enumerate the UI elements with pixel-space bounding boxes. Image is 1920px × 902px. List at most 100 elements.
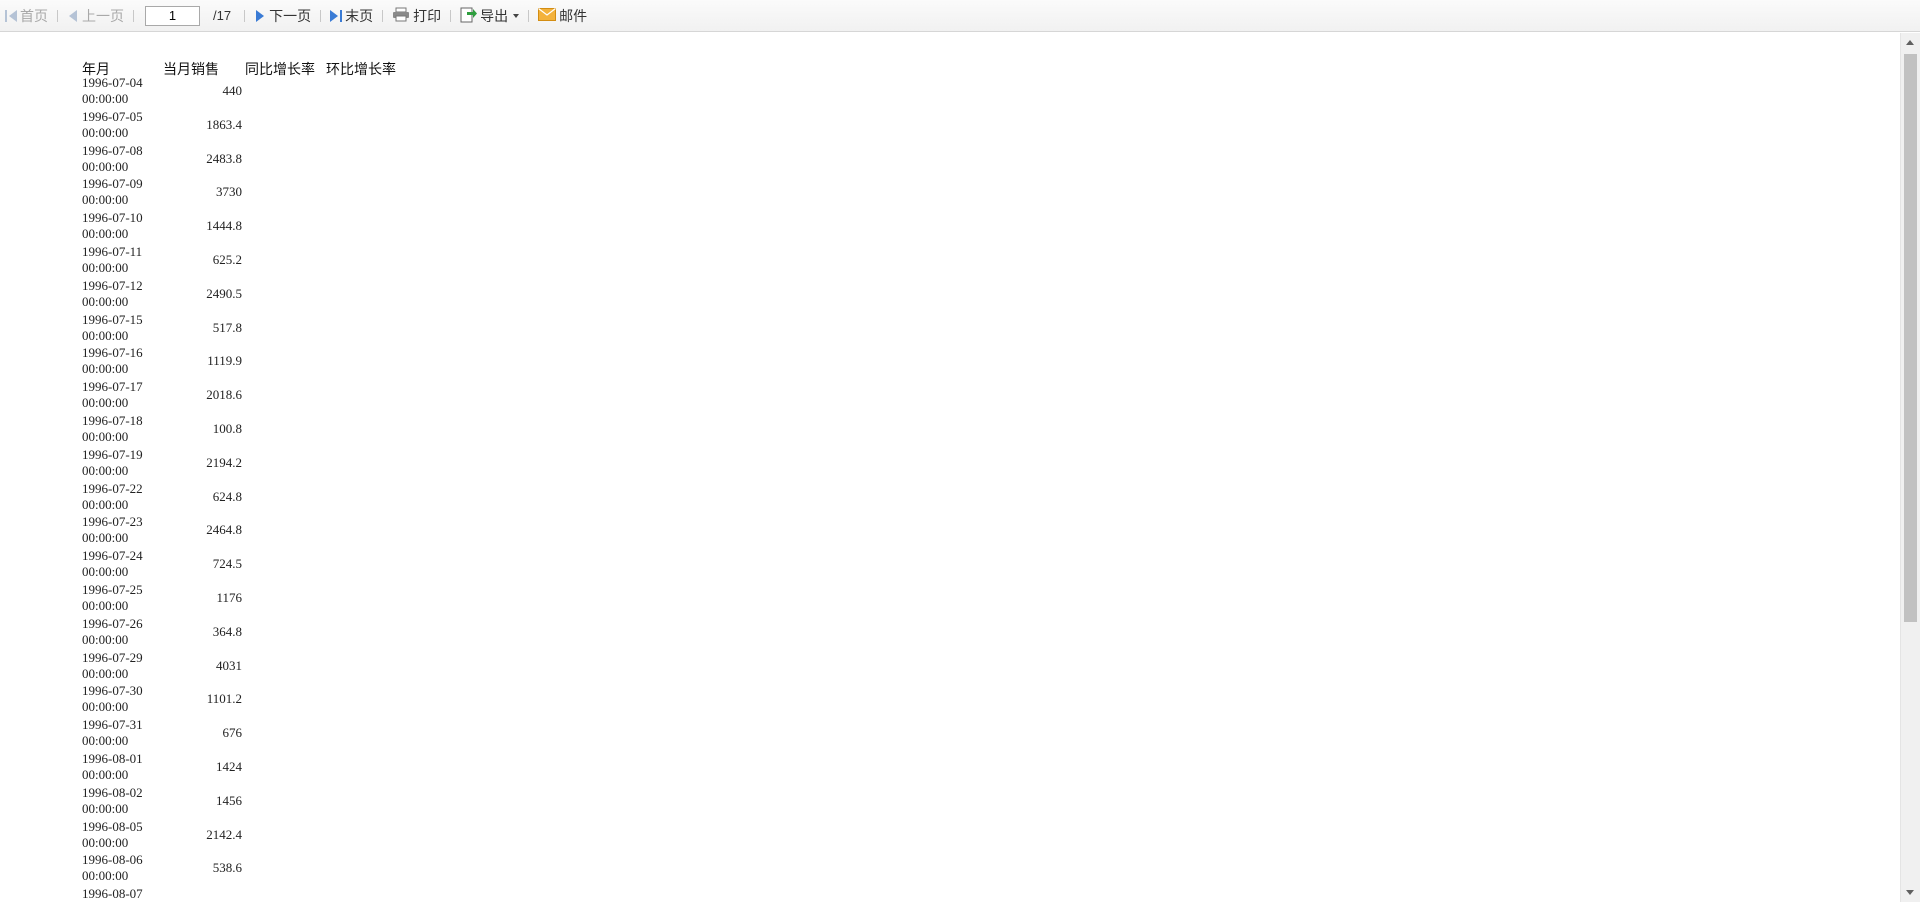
row-date: 1996-07-09 [82, 176, 143, 192]
export-label: 导出 [480, 7, 509, 24]
row-date: 1996-07-22 [82, 480, 143, 496]
row-date: 1996-08-05 [82, 818, 143, 834]
row-date: 1996-07-23 [82, 514, 143, 530]
row-time: 00:00:00 [82, 293, 129, 309]
table-row: 1996-07-10 00:00:00 1444.8 [82, 210, 482, 244]
row-date: 1996-07-15 [82, 311, 143, 327]
row-time: 00:00:00 [82, 462, 129, 478]
page-number-input[interactable] [145, 5, 200, 26]
row-date: 1996-07-26 [82, 615, 143, 631]
row-date: 1996-07-05 [82, 108, 143, 124]
row-date: 1996-07-10 [82, 210, 143, 226]
last-page-button[interactable]: 末页 [328, 4, 375, 28]
table-row: 1996-07-16 00:00:00 1119.9 [82, 345, 482, 379]
table-row: 1996-07-09 00:00:00 3730 [82, 176, 482, 210]
table-row: 1996-07-26 00:00:00 364.8 [82, 616, 482, 650]
scrollbar-thumb[interactable] [1904, 54, 1917, 622]
row-date-cell: 1996-07-16 00:00:00 [82, 345, 143, 377]
row-date-cell: 1996-07-12 00:00:00 [82, 278, 143, 310]
table-row: 1996-07-05 00:00:00 1863.4 [82, 109, 482, 143]
mail-button[interactable]: 邮件 [536, 4, 589, 28]
row-date-cell: 1996-07-11 00:00:00 [82, 244, 142, 276]
table-row: 1996-07-11 00:00:00 625.2 [82, 244, 482, 278]
row-date: 1996-07-24 [82, 548, 143, 564]
row-time: 00:00:00 [82, 564, 129, 580]
row-time: 00:00:00 [82, 192, 129, 208]
row-date-cell: 1996-07-17 00:00:00 [82, 379, 143, 411]
row-date: 1996-08-02 [82, 784, 143, 800]
printer-icon [392, 7, 410, 25]
next-page-label: 下一页 [269, 7, 312, 24]
row-sales-value: 4031 [216, 657, 242, 673]
row-date-cell: 1996-08-05 00:00:00 [82, 819, 143, 851]
next-page-button[interactable]: 下一页 [252, 4, 313, 28]
row-sales-value: 2490.5 [206, 285, 242, 301]
vertical-scrollbar[interactable] [1900, 33, 1920, 902]
row-time: 00:00:00 [82, 868, 129, 884]
row-sales-value: 364.8 [212, 623, 242, 639]
prev-page-button[interactable]: 上一页 [65, 4, 126, 28]
toolbar-separator [382, 9, 384, 22]
toolbar-separator [57, 9, 58, 22]
last-page-label: 末页 [345, 7, 374, 24]
table-row: 1996-07-22 00:00:00 624.8 [82, 481, 482, 515]
row-date-cell: 1996-07-05 00:00:00 [82, 109, 143, 141]
table-row: 1996-07-29 00:00:00 4031 [82, 650, 482, 684]
row-sales-value: 1176 [216, 590, 242, 605]
row-date: 1996-07-19 [82, 446, 143, 462]
row-date-cell: 1996-08-02 00:00:00 [82, 785, 143, 817]
row-time: 00:00:00 [82, 327, 129, 343]
row-date: 1996-07-12 [82, 277, 143, 293]
row-date-cell: 1996-07-15 00:00:00 [82, 312, 143, 344]
export-button[interactable]: 导出 [458, 4, 521, 28]
row-sales-value: 2018.6 [206, 387, 242, 403]
table-row: 1996-07-30 00:00:00 1101.2 [82, 683, 482, 717]
row-date: 1996-07-18 [82, 413, 143, 428]
row-date: 1996-08-07 [82, 886, 143, 902]
row-time: 00:00:00 [82, 598, 129, 613]
row-sales-value: 1444.8 [206, 218, 242, 234]
prev-page-label: 上一页 [82, 7, 124, 24]
row-date: 1996-07-11 [82, 244, 143, 259]
toolbar-separator [450, 9, 452, 22]
export-icon [460, 6, 478, 26]
table-row: 1996-07-17 00:00:00 2018.6 [82, 379, 482, 413]
chevron-down-icon [513, 13, 520, 18]
print-button[interactable]: 打印 [390, 4, 443, 28]
first-page-button[interactable]: 首页 [3, 4, 50, 28]
row-date: 1996-07-08 [82, 142, 143, 158]
row-date: 1996-07-04 [82, 75, 143, 90]
table-row: 1996-08-05 00:00:00 2142.4 [82, 819, 482, 853]
table-row: 1996-07-15 00:00:00 517.8 [82, 312, 482, 346]
row-date-cell: 1996-07-10 00:00:00 [82, 210, 143, 242]
row-time: 00:00:00 [82, 665, 129, 681]
row-time: 00:00:00 [82, 91, 129, 106]
table-row: 1996-07-04 00:00:00 440 [82, 75, 482, 109]
table-row: 1996-08-01 00:00:00 1424 [82, 751, 482, 785]
table-row: 1996-08-02 00:00:00 1456 [82, 785, 482, 819]
row-time: 00:00:00 [82, 631, 129, 647]
row-time: 00:00:00 [82, 361, 129, 377]
row-sales-value: 1456 [216, 792, 242, 808]
row-date: 1996-07-30 [82, 683, 143, 699]
toolbar-separator [133, 9, 134, 22]
row-sales-value: 2483.8 [206, 150, 242, 166]
row-date-cell: 1996-07-19 00:00:00 [82, 447, 143, 479]
row-time: 00:00:00 [82, 395, 129, 411]
row-date-cell: 1996-07-29 00:00:00 [82, 650, 143, 682]
scroll-down-arrow-icon[interactable] [1906, 890, 1914, 895]
row-date: 1996-07-25 [82, 582, 143, 597]
scroll-up-arrow-icon[interactable] [1906, 40, 1914, 45]
row-date-cell: 1996-07-22 00:00:00 [82, 481, 143, 513]
row-time: 00:00:00 [82, 260, 129, 275]
row-date-cell: 1996-08-01 00:00:00 [82, 751, 143, 783]
row-date-cell: 1996-07-24 00:00:00 [82, 548, 143, 580]
row-sales-value: 1119.9 [207, 353, 242, 369]
row-sales-value: 2194.2 [206, 454, 242, 470]
table-row: 1996-07-12 00:00:00 2490.5 [82, 278, 482, 312]
report-content: 年月 当月销售 同比增长率 环比增长率 1996-07-04 00:00:00 44… [0, 33, 1900, 902]
row-sales-value: 676 [222, 725, 243, 741]
row-date-cell: 1996-07-04 00:00:00 [82, 75, 143, 107]
mail-label: 邮件 [559, 7, 588, 24]
row-date-cell: 1996-08-07 [82, 886, 143, 902]
